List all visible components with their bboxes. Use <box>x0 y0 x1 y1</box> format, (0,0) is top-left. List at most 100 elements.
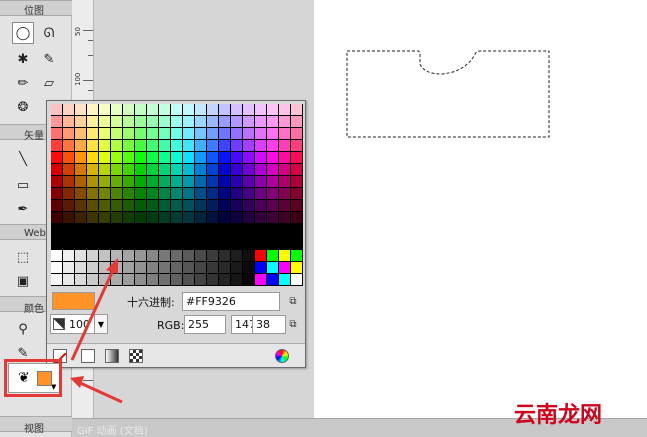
swatch-cell[interactable] <box>291 104 302 115</box>
swatch-cell[interactable] <box>135 104 146 115</box>
swatch-cell[interactable] <box>99 188 110 199</box>
swatch-cell[interactable] <box>159 188 170 199</box>
swatch-cell[interactable] <box>195 200 206 211</box>
swatch-cell[interactable] <box>243 200 254 211</box>
swatch-cell[interactable] <box>87 250 98 261</box>
swatch-cell[interactable] <box>159 104 170 115</box>
swatch-cell[interactable] <box>219 140 230 151</box>
swatch-cell[interactable] <box>123 200 134 211</box>
swatch-cell[interactable] <box>135 274 146 285</box>
swatch-cell[interactable] <box>279 188 290 199</box>
swatch-cell[interactable] <box>75 200 86 211</box>
swatch-cell[interactable] <box>207 274 218 285</box>
swatch-cell[interactable] <box>231 104 242 115</box>
swatch-cell[interactable] <box>147 140 158 151</box>
swatch-cell[interactable] <box>75 262 86 273</box>
swatch-cell[interactable] <box>123 212 134 223</box>
swatch-cell[interactable] <box>279 200 290 211</box>
swatch-cell[interactable] <box>231 200 242 211</box>
swatch-cell[interactable] <box>255 140 266 151</box>
rectangle-icon[interactable]: ▭ <box>12 174 34 196</box>
swatch-cell[interactable] <box>51 262 62 273</box>
swatch-cell[interactable] <box>219 116 230 127</box>
swatch-cell[interactable] <box>123 104 134 115</box>
swatch-cell[interactable] <box>291 250 302 261</box>
swatch-cell[interactable] <box>51 274 62 285</box>
opacity-dropdown-button[interactable]: ▼ <box>94 315 107 333</box>
swatch-cell[interactable] <box>243 274 254 285</box>
swatch-cell[interactable] <box>51 104 62 115</box>
swatch-cell[interactable] <box>123 128 134 139</box>
swatch-cell[interactable] <box>147 262 158 273</box>
swatch-cell[interactable] <box>123 152 134 163</box>
swatch-cell[interactable] <box>279 176 290 187</box>
swatch-cell[interactable] <box>63 128 74 139</box>
swatch-cell[interactable] <box>267 250 278 261</box>
swatch-cell[interactable] <box>159 176 170 187</box>
swatch-cell[interactable] <box>99 200 110 211</box>
swatch-cell[interactable] <box>99 262 110 273</box>
swatch-cell[interactable] <box>183 116 194 127</box>
swatch-cell[interactable] <box>243 116 254 127</box>
swatch-cell[interactable] <box>207 104 218 115</box>
swatch-cell[interactable] <box>291 140 302 151</box>
swatch-cell[interactable] <box>51 116 62 127</box>
swatch-cell[interactable] <box>243 152 254 163</box>
swatch-cell[interactable] <box>207 116 218 127</box>
pattern-fill-icon[interactable] <box>129 349 143 363</box>
swatch-cell[interactable] <box>219 262 230 273</box>
pen-icon[interactable]: ✒ <box>12 198 34 220</box>
swatch-cell[interactable] <box>219 176 230 187</box>
swatch-cell[interactable] <box>171 188 182 199</box>
swatch-cell[interactable] <box>231 262 242 273</box>
swatch-cell[interactable] <box>87 152 98 163</box>
swatch-cell[interactable] <box>219 152 230 163</box>
swatch-cell[interactable] <box>51 128 62 139</box>
swatch-grid-svg[interactable] <box>51 104 303 286</box>
swatch-cell[interactable] <box>63 176 74 187</box>
swatch-cell[interactable] <box>183 104 194 115</box>
swatch-cell[interactable] <box>183 250 194 261</box>
swatch-cell[interactable] <box>231 164 242 175</box>
swatch-cell[interactable] <box>195 212 206 223</box>
swatch-cell[interactable] <box>171 128 182 139</box>
swatch-cell[interactable] <box>195 116 206 127</box>
swatch-cell[interactable] <box>219 274 230 285</box>
swatch-cell[interactable] <box>171 116 182 127</box>
swatch-cell[interactable] <box>267 164 278 175</box>
swatch-cell[interactable] <box>195 250 206 261</box>
swatch-cell[interactable] <box>159 250 170 261</box>
line-icon[interactable]: ╲ <box>12 148 34 170</box>
blue-input[interactable] <box>252 315 286 334</box>
swatch-cell[interactable] <box>75 212 86 223</box>
swatch-cell[interactable] <box>87 274 98 285</box>
swatch-cell[interactable] <box>243 188 254 199</box>
swatch-cell[interactable] <box>87 188 98 199</box>
swatch-cell[interactable] <box>267 104 278 115</box>
swatch-cell[interactable] <box>111 188 122 199</box>
swatch-cell[interactable] <box>75 274 86 285</box>
swatch-cell[interactable] <box>135 200 146 211</box>
swatch-cell[interactable] <box>255 188 266 199</box>
swatch-cell[interactable] <box>111 140 122 151</box>
swatch-cell[interactable] <box>123 116 134 127</box>
swatch-cell[interactable] <box>279 164 290 175</box>
swatch-cell[interactable] <box>279 128 290 139</box>
swatch-cell[interactable] <box>279 116 290 127</box>
swatch-cell[interactable] <box>159 152 170 163</box>
swatch-cell[interactable] <box>291 274 302 285</box>
swatch-cell[interactable] <box>171 140 182 151</box>
swatch-cell[interactable] <box>135 140 146 151</box>
swatch-cell[interactable] <box>123 164 134 175</box>
swatch-cell[interactable] <box>231 116 242 127</box>
swatch-cell[interactable] <box>159 164 170 175</box>
swatch-cell[interactable] <box>207 212 218 223</box>
swatch-cell[interactable] <box>171 200 182 211</box>
swatch-cell[interactable] <box>51 176 62 187</box>
swatch-cell[interactable] <box>207 152 218 163</box>
swatch-cell[interactable] <box>243 128 254 139</box>
swatch-cell[interactable] <box>99 152 110 163</box>
swatch-cell[interactable] <box>63 164 74 175</box>
swatch-cell[interactable] <box>255 164 266 175</box>
swatch-cell[interactable] <box>99 250 110 261</box>
